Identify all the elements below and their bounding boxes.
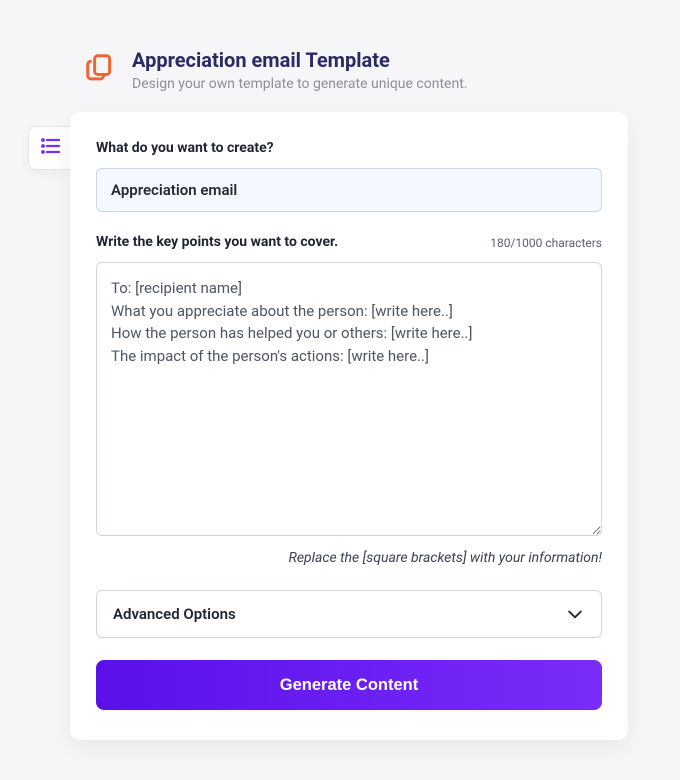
template-form-card: What do you want to create? Write the ke… bbox=[70, 112, 628, 740]
page-header: Appreciation email Template Design your … bbox=[84, 48, 680, 92]
advanced-options-label: Advanced Options bbox=[113, 605, 236, 623]
page-title: Appreciation email Template bbox=[132, 48, 467, 72]
character-count: 180/1000 characters bbox=[490, 236, 602, 250]
page-subtitle: Design your own template to generate uni… bbox=[132, 76, 467, 92]
side-menu-tab[interactable] bbox=[28, 126, 72, 170]
advanced-options-toggle[interactable]: Advanced Options bbox=[96, 590, 602, 638]
chevron-down-icon bbox=[565, 604, 585, 624]
keypoints-hint: Replace the [square brackets] with your … bbox=[96, 550, 602, 566]
keypoints-textarea[interactable] bbox=[96, 262, 602, 536]
keypoints-label: Write the key points you want to cover. bbox=[96, 234, 338, 250]
copy-icon bbox=[84, 52, 114, 82]
list-icon bbox=[39, 134, 63, 162]
generate-button[interactable]: Generate Content bbox=[96, 660, 602, 710]
create-field-group: What do you want to create? bbox=[96, 140, 602, 212]
create-input[interactable] bbox=[96, 168, 602, 212]
keypoints-field-group: Write the key points you want to cover. … bbox=[96, 234, 602, 566]
create-label: What do you want to create? bbox=[96, 140, 602, 156]
